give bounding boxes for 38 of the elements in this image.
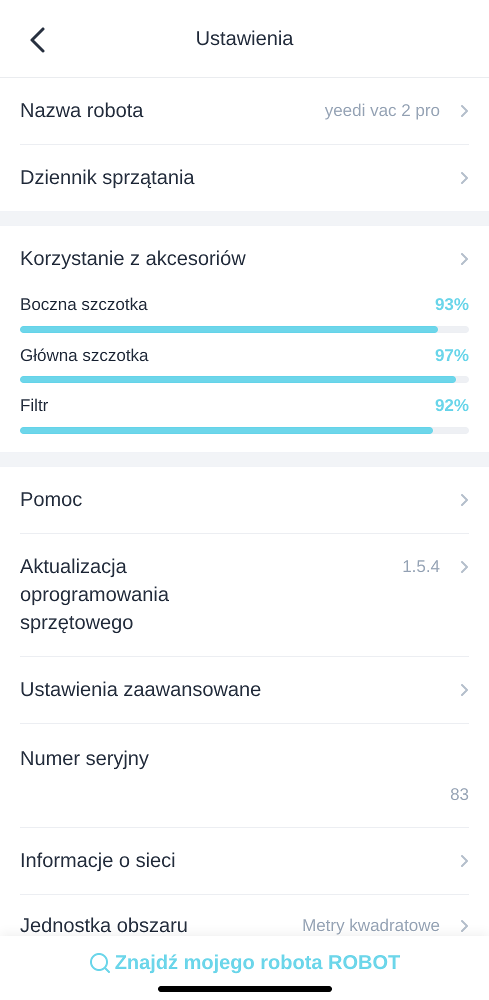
row-label: Dziennik sprzątania [20,166,196,191]
chevron-right-icon [460,492,469,506]
chevron-right-icon [460,682,469,696]
meter-label: Boczna szczotka [20,294,148,316]
settings-row[interactable]: Korzystanie z akcesoriów [20,226,469,292]
chevron-right-icon [460,560,469,574]
row-label: Nazwa robota [20,99,144,124]
row-label: Numer seryjny [20,746,150,772]
row-label: Aktualizacja oprogramowania sprzętowego [20,554,170,636]
row-label: Korzystanie z akcesoriów [20,247,247,272]
row-value: Metry kwadratowe [302,915,440,937]
chevron-right-icon [460,252,469,266]
meter-label: Główna szczotka [20,344,148,366]
chevron-right-icon [460,171,469,185]
settings-row[interactable]: Informacje o sieci [20,828,469,895]
page-title: Ustawienia [196,26,294,52]
settings-row[interactable]: Jednostka obszaru Metry kwadratowe [20,895,469,940]
row-label: Ustawienia zaawansowane [20,678,262,702]
settings-row[interactable]: Aktualizacja oprogramowania sprzętowego 1.5.4 [20,534,469,656]
chevron-right-icon [460,919,469,933]
row-value: yeedi vac 2 pro [324,100,440,122]
meter-reading: 93% [434,294,469,316]
settings-row[interactable]: Ustawienia zaawansowane [20,656,469,724]
settings-row[interactable]: Nazwa robota yeedi vac 2 pro [20,78,469,145]
meter-reading: 97% [434,344,469,366]
row-label: Jednostka obszaru [20,914,189,939]
row-label: Informacje o sieci [20,849,177,874]
meter-reading: 92% [434,395,469,417]
chevron-right-icon [460,854,469,868]
row-label: Pomoc [20,488,84,512]
settings-row[interactable]: Dziennik sprzątania [20,145,469,211]
meter-label: Filtr [20,395,48,417]
settings-row[interactable]: Pomoc [20,466,469,534]
row-value: 1.5.4 [402,556,440,578]
back-icon[interactable] [28,26,46,54]
serial-value: 83 [450,784,469,806]
search-icon [88,952,111,974]
chevron-right-icon [460,104,469,118]
